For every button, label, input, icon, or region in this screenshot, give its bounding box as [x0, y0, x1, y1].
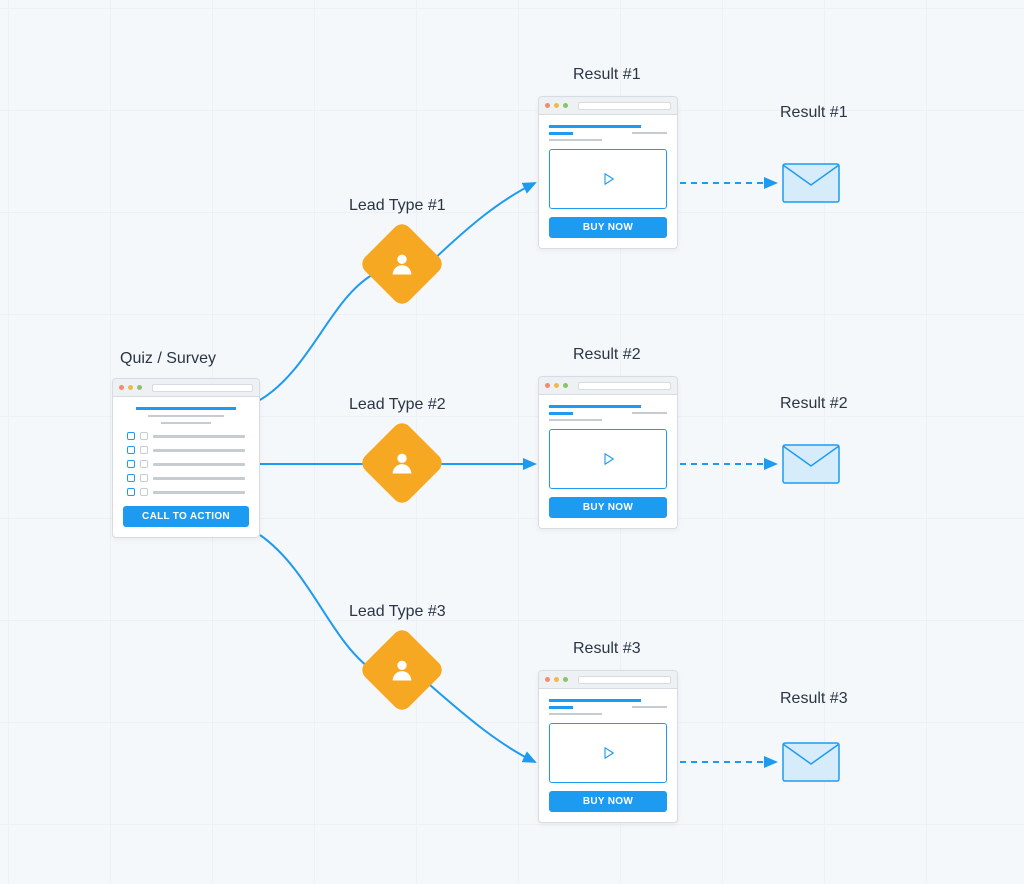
checkbox-empty-icon [140, 446, 148, 454]
result-2-window: BUY NOW [538, 376, 678, 529]
envelope-1-icon [782, 163, 840, 203]
lead-type-3-label: Lead Type #3 [349, 603, 446, 621]
quiz-option [127, 488, 245, 496]
play-icon [599, 170, 617, 188]
checkbox-empty-icon [140, 488, 148, 496]
call-to-action-button: CALL TO ACTION [123, 506, 249, 527]
window-titlebar [539, 377, 677, 395]
traffic-light-close-icon [545, 383, 550, 388]
person-icon [388, 250, 416, 278]
quiz-heading-lines [123, 407, 249, 424]
checkbox-icon [127, 488, 135, 496]
result-1-email-label: Result #1 [780, 104, 848, 122]
url-bar [578, 382, 671, 390]
checkbox-empty-icon [140, 432, 148, 440]
url-bar [578, 676, 671, 684]
result-1-window: BUY NOW [538, 96, 678, 249]
checkbox-icon [127, 446, 135, 454]
quiz-window: CALL TO ACTION [112, 378, 260, 538]
play-icon [599, 744, 617, 762]
result-3-window: BUY NOW [538, 670, 678, 823]
quiz-option [127, 474, 245, 482]
traffic-light-max-icon [563, 103, 568, 108]
result-heading-lines [549, 125, 667, 141]
quiz-options-list [123, 432, 249, 496]
window-titlebar [113, 379, 259, 397]
result-2-email-label: Result #2 [780, 395, 848, 413]
url-bar [152, 384, 253, 392]
traffic-light-max-icon [137, 385, 142, 390]
video-placeholder [549, 723, 667, 783]
traffic-light-max-icon [563, 677, 568, 682]
result-heading-lines [549, 699, 667, 715]
checkbox-empty-icon [140, 474, 148, 482]
buy-now-button: BUY NOW [549, 217, 667, 238]
play-icon [599, 450, 617, 468]
url-bar [578, 102, 671, 110]
checkbox-icon [127, 460, 135, 468]
window-titlebar [539, 97, 677, 115]
traffic-light-min-icon [554, 677, 559, 682]
checkbox-icon [127, 432, 135, 440]
lead-type-2-label: Lead Type #2 [349, 396, 446, 414]
quiz-option [127, 460, 245, 468]
buy-now-button: BUY NOW [549, 791, 667, 812]
traffic-light-close-icon [545, 677, 550, 682]
quiz-option [127, 446, 245, 454]
person-icon [388, 449, 416, 477]
envelope-2-icon [782, 444, 840, 484]
lead-type-1-label: Lead Type #1 [349, 197, 446, 215]
traffic-light-close-icon [545, 103, 550, 108]
result-1-page-label: Result #1 [573, 66, 641, 84]
traffic-light-max-icon [563, 383, 568, 388]
traffic-light-min-icon [554, 103, 559, 108]
traffic-light-min-icon [128, 385, 133, 390]
video-placeholder [549, 149, 667, 209]
result-3-page-label: Result #3 [573, 640, 641, 658]
result-heading-lines [549, 405, 667, 421]
lead-type-3-node [358, 626, 446, 714]
person-icon [388, 656, 416, 684]
quiz-title-label: Quiz / Survey [120, 350, 216, 368]
result-2-page-label: Result #2 [573, 346, 641, 364]
window-titlebar [539, 671, 677, 689]
envelope-3-icon [782, 742, 840, 782]
quiz-option [127, 432, 245, 440]
checkbox-empty-icon [140, 460, 148, 468]
checkbox-icon [127, 474, 135, 482]
lead-type-2-node [358, 419, 446, 507]
result-3-email-label: Result #3 [780, 690, 848, 708]
traffic-light-close-icon [119, 385, 124, 390]
buy-now-button: BUY NOW [549, 497, 667, 518]
traffic-light-min-icon [554, 383, 559, 388]
video-placeholder [549, 429, 667, 489]
lead-type-1-node [358, 220, 446, 308]
